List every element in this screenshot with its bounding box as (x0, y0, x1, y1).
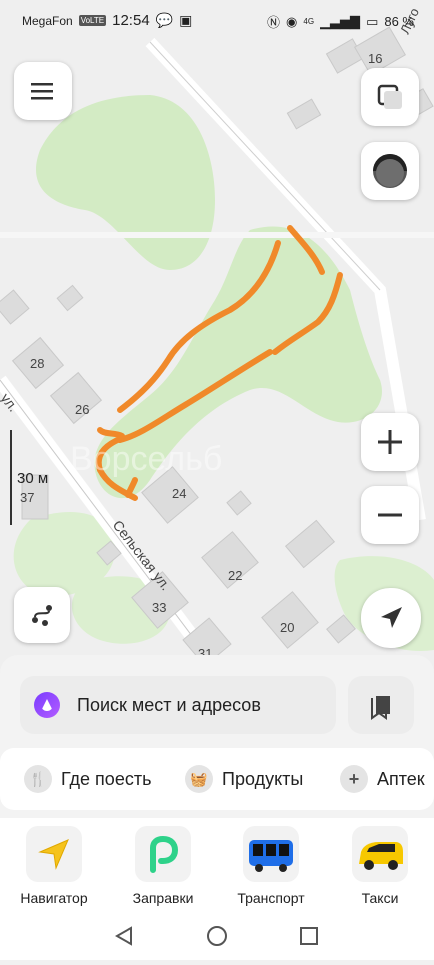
plus-icon (378, 430, 402, 454)
signal-icon: ▁▃▅▇ (320, 13, 361, 29)
house-number: 24 (172, 486, 186, 501)
navigator-icon (26, 826, 82, 882)
fuel-icon (135, 826, 191, 882)
category-bar: 🍴 Где поесть 🧺 Продукты + Аптек (0, 748, 434, 810)
app-label: Заправки (132, 890, 194, 906)
map-watermark: Ворсельб (70, 440, 222, 478)
app-transport[interactable]: Транспорт (226, 826, 316, 906)
status-bar: MegaFon VoLTE 12:54 💬 ▣ Ⓝ ◉ 4G ▁▃▅▇ ▭ 86… (0, 0, 434, 42)
app-navigator[interactable]: Навигатор (9, 826, 99, 906)
house-number: 28 (30, 356, 44, 371)
bus-icon (243, 826, 299, 882)
route-button[interactable] (14, 587, 70, 643)
map-scale: 30 м (10, 430, 70, 525)
search-input[interactable]: Поиск мест и адресов (20, 676, 336, 734)
house-number: 16 (368, 51, 382, 66)
scale-label: 30 м (17, 470, 49, 487)
volte-icon: VoLTE (78, 15, 107, 26)
nfc-icon: Ⓝ (267, 15, 281, 30)
chat-icon: 💬 (155, 12, 174, 28)
category-label: Аптек (377, 768, 425, 789)
zoom-in-button[interactable] (361, 413, 419, 471)
compass-icon (373, 154, 407, 188)
category-label: Продукты (222, 768, 304, 789)
location-icon: ◉ (286, 13, 298, 29)
app-shortcuts: Навигатор Заправки Транспорт Такси (0, 818, 434, 918)
hamburger-icon (31, 83, 53, 100)
network-type: 4G (303, 17, 315, 26)
basket-icon: 🧺 (185, 765, 213, 793)
app-fuel[interactable]: Заправки (118, 826, 208, 906)
carrier-label: MegaFon (22, 13, 73, 28)
battery-level: 86 % (384, 14, 414, 29)
fork-knife-icon: 🍴 (24, 765, 52, 793)
home-icon[interactable] (207, 926, 227, 946)
app-label: Навигатор (20, 890, 88, 906)
recents-icon[interactable] (300, 927, 318, 945)
notification-icon: ▣ (179, 12, 193, 28)
house-number: 33 (152, 600, 166, 615)
location-arrow-icon (381, 607, 402, 628)
category-food[interactable]: 🍴 Где поесть (24, 762, 151, 796)
search-placeholder: Поиск мест и адресов (77, 695, 261, 715)
bookmarks-button[interactable] (348, 676, 414, 734)
battery-icon: ▭ (366, 13, 379, 29)
taxi-icon (352, 826, 408, 882)
layers-button[interactable] (361, 68, 419, 126)
house-number: 26 (75, 402, 89, 417)
plus-icon: + (340, 765, 368, 793)
category-label: Где поесть (61, 768, 152, 789)
minus-icon (378, 513, 402, 517)
menu-button[interactable] (14, 62, 72, 120)
category-pharmacy[interactable]: + Аптек (340, 762, 425, 796)
house-number: 20 (280, 620, 294, 635)
compass-button[interactable] (361, 142, 419, 200)
route-icon (32, 605, 52, 626)
back-icon[interactable] (114, 926, 132, 946)
category-products[interactable]: 🧺 Продукты (185, 762, 303, 796)
system-nav-bar (0, 918, 434, 960)
zoom-out-button[interactable] (361, 486, 419, 544)
clock: 12:54 (112, 12, 150, 29)
layers-icon (377, 84, 402, 109)
app-label: Такси (361, 890, 399, 906)
app-label: Транспорт (237, 890, 305, 906)
my-location-button[interactable] (361, 588, 421, 648)
scale-bar (10, 430, 12, 525)
bookmark-icon (371, 696, 390, 720)
park-area (36, 95, 215, 270)
alice-icon[interactable] (34, 692, 60, 718)
house-number: 22 (228, 568, 242, 583)
app-taxi[interactable]: Такси (335, 826, 425, 906)
